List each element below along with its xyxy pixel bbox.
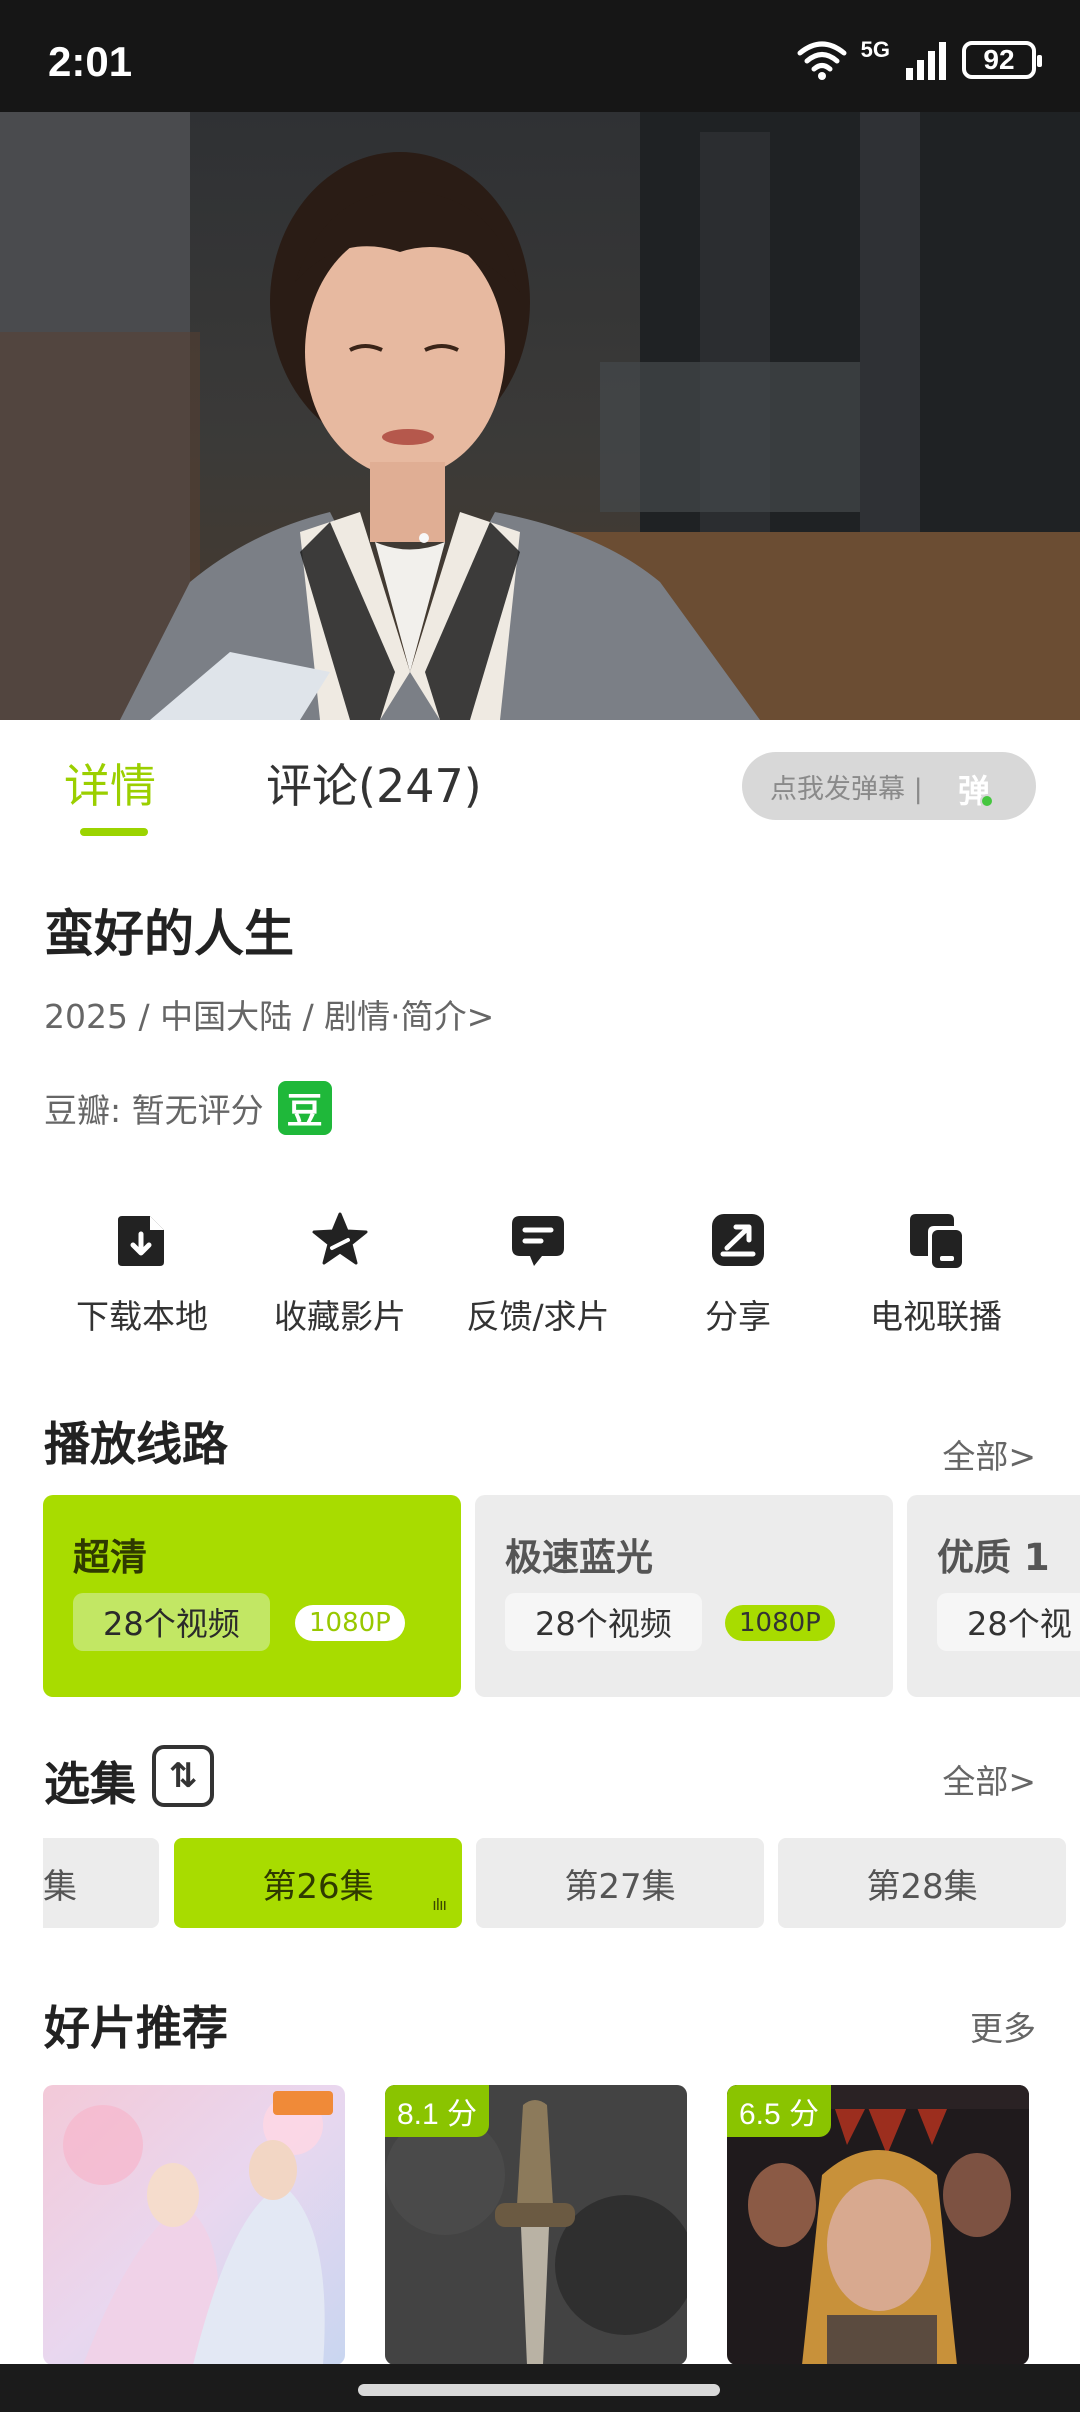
detail-tabs: 详情 评论(247) 点我发弹幕 | 弹 bbox=[0, 720, 1080, 840]
line-card-chaoqing[interactable]: 超清 28个视频 1080P bbox=[43, 1495, 461, 1697]
download-button[interactable]: 下载本地 bbox=[42, 1210, 242, 1338]
share-icon bbox=[712, 1214, 764, 1266]
share-label: 分享 bbox=[705, 1297, 771, 1336]
recommend-card[interactable]: 6.5 分 bbox=[727, 2085, 1029, 2365]
now-playing-icon: ılıı bbox=[432, 1895, 447, 1914]
download-icon bbox=[118, 1216, 164, 1266]
star-icon bbox=[312, 1212, 368, 1265]
favorite-label: 收藏影片 bbox=[274, 1297, 406, 1336]
signal-icon bbox=[906, 42, 946, 80]
line-video-count: 28个视频 bbox=[505, 1593, 702, 1651]
danmaku-input-button[interactable]: 点我发弹幕 | 弹 bbox=[742, 752, 1036, 820]
line-card-jisu-languang[interactable]: 极速蓝光 28个视频 1080P bbox=[475, 1495, 893, 1697]
video-player[interactable] bbox=[0, 112, 1080, 720]
line-name: 超清 bbox=[73, 1536, 147, 1579]
score-badge: 6.5 分 bbox=[727, 2085, 832, 2137]
danmaku-placeholder: 点我发弹幕 | bbox=[770, 773, 923, 805]
episode-item[interactable]: 第28集 bbox=[778, 1838, 1066, 1928]
download-label: 下载本地 bbox=[76, 1297, 208, 1336]
lines-section-title: 播放线路 bbox=[44, 1417, 228, 1471]
battery-level: 92 bbox=[983, 44, 1015, 75]
episodes-see-all-link[interactable]: 全部> bbox=[942, 1755, 1036, 1803]
cast-label: 电视联播 bbox=[870, 1297, 1002, 1336]
line-name: 优质 1 bbox=[937, 1536, 1050, 1579]
douban-icon[interactable]: 豆 bbox=[277, 1081, 332, 1135]
lines-see-all-link[interactable]: 全部> bbox=[942, 1430, 1036, 1478]
line-card-youzhi-1[interactable]: 优质 1 28个视 bbox=[907, 1495, 1080, 1697]
episode-label: 集 bbox=[43, 1866, 77, 1907]
recommend-section-title: 好片推荐 bbox=[44, 2001, 228, 2055]
battery-icon: 92 bbox=[962, 41, 1042, 79]
tab-comments[interactable]: 评论(247) bbox=[266, 750, 482, 816]
status-time: 2:01 bbox=[48, 38, 133, 85]
recommend-more-link[interactable]: 更多 bbox=[970, 2002, 1036, 2050]
share-button[interactable]: 分享 bbox=[638, 1210, 838, 1338]
status-bar: 2:01 5G 92 bbox=[0, 0, 1080, 112]
recommend-card[interactable] bbox=[43, 2085, 345, 2365]
recommend-card[interactable]: 8.1 分 bbox=[385, 2085, 687, 2365]
line-video-count: 28个视 bbox=[937, 1593, 1080, 1651]
episode-label: 第26集 bbox=[262, 1866, 374, 1907]
feedback-icon bbox=[512, 1216, 564, 1266]
tv-cast-button[interactable]: 电视联播 bbox=[836, 1210, 1036, 1338]
episodes-section-title: 选集 bbox=[44, 1757, 136, 1811]
poster-image bbox=[43, 2085, 345, 2365]
status-icons: 5G 92 bbox=[797, 36, 1042, 84]
wifi-icon bbox=[797, 41, 847, 80]
rating-label: 豆瓣: 暂无评分 bbox=[44, 1091, 264, 1130]
tab-detail[interactable]: 详情 bbox=[64, 750, 156, 816]
system-nav-bar bbox=[0, 2364, 1080, 2412]
line-quality-badge: 1080P bbox=[725, 1605, 835, 1641]
sort-icon[interactable]: ⇅ bbox=[152, 1745, 214, 1807]
action-row: 下载本地 收藏影片 反馈/求片 分享 电视联播 bbox=[0, 1210, 1080, 1350]
douban-rating: 豆瓣: 暂无评分 豆 bbox=[44, 1081, 332, 1135]
episode-label: 第28集 bbox=[866, 1866, 978, 1907]
line-name: 极速蓝光 bbox=[505, 1536, 653, 1579]
show-meta-link[interactable]: 2025 / 中国大陆 / 剧情·简介> bbox=[44, 990, 494, 1038]
feedback-button[interactable]: 反馈/求片 bbox=[438, 1210, 638, 1338]
network-label: 5G bbox=[860, 37, 890, 62]
home-gesture-handle[interactable] bbox=[358, 2384, 720, 2396]
video-frame bbox=[0, 112, 1080, 720]
score-badge: 8.1 分 bbox=[385, 2085, 490, 2137]
episode-item-active[interactable]: 第26集 ılıı bbox=[174, 1838, 462, 1928]
episode-item[interactable]: 集 bbox=[43, 1838, 159, 1928]
cast-icon bbox=[910, 1214, 962, 1268]
danmaku-status-dot bbox=[980, 794, 994, 808]
episode-item[interactable]: 第27集 bbox=[476, 1838, 764, 1928]
line-video-count: 28个视频 bbox=[73, 1593, 270, 1651]
feedback-label: 反馈/求片 bbox=[466, 1297, 610, 1336]
tab-detail-indicator bbox=[80, 828, 148, 836]
episode-label: 第27集 bbox=[564, 1866, 676, 1907]
line-quality-badge: 1080P bbox=[295, 1605, 405, 1641]
favorite-button[interactable]: 收藏影片 bbox=[240, 1210, 440, 1338]
show-title: 蛮好的人生 bbox=[44, 905, 294, 963]
